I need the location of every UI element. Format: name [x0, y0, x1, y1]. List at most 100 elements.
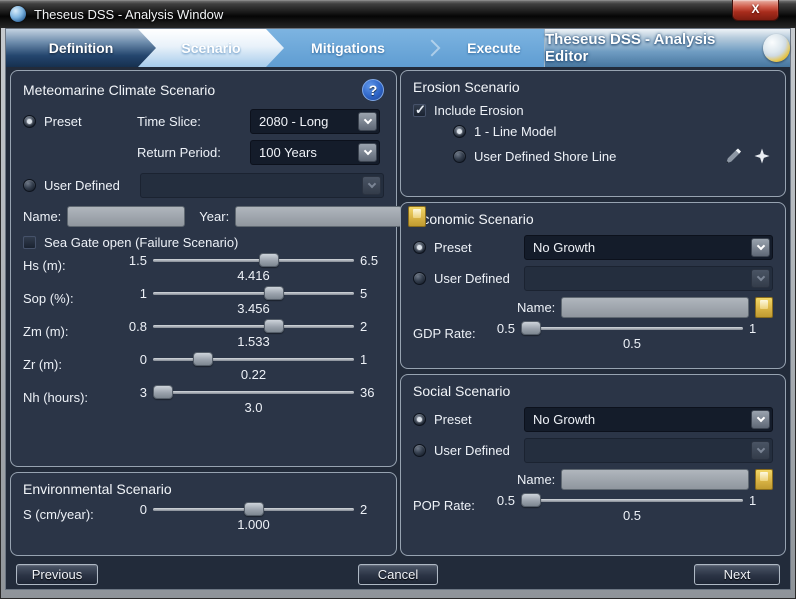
app-window: Theseus DSS - Analysis Window X Definiti… — [0, 0, 796, 599]
chevron-down-icon — [751, 238, 770, 257]
chevron-down-icon — [751, 269, 770, 288]
nh-value: 3.0 — [123, 400, 384, 415]
pop-slider-thumb[interactable] — [521, 493, 541, 507]
return-period-dropdown[interactable]: 100 Years — [250, 140, 380, 165]
user-defined-radio[interactable] — [23, 179, 36, 192]
include-erosion-checkbox[interactable] — [413, 104, 426, 117]
pop-slider[interactable] — [521, 492, 743, 508]
erosion-title: Erosion Scenario — [413, 79, 520, 95]
title-bar: Theseus DSS - Analysis Window — [0, 0, 796, 28]
econ-user-defined-dropdown[interactable] — [524, 266, 773, 291]
tab-mitigations[interactable]: Mitigations — [284, 29, 412, 67]
hs-slider-thumb[interactable] — [259, 253, 279, 267]
save-icon[interactable] — [755, 469, 773, 490]
social-panel: Social Scenario Preset No Growth User De… — [400, 374, 786, 556]
sop-slider[interactable] — [153, 285, 354, 301]
meteomarine-title: Meteomarine Climate Scenario — [23, 82, 215, 98]
environmental-title: Environmental Scenario — [23, 481, 172, 497]
econ-user-defined-label: User Defined — [434, 271, 516, 286]
sop-max: 5 — [360, 286, 384, 301]
zm-min: 0.8 — [123, 319, 147, 334]
gdp-slider-thumb[interactable] — [521, 321, 541, 335]
wizard-strip: Definition Scenario Mitigations Execute … — [6, 29, 790, 67]
sea-gate-label: Sea Gate open (Failure Scenario) — [44, 235, 238, 250]
chevron-separator-icon — [424, 40, 441, 57]
zm-slider[interactable] — [153, 318, 354, 334]
hs-label: Hs (m): — [23, 252, 123, 283]
social-name-input[interactable] — [561, 469, 749, 490]
pencil-icon — [723, 147, 741, 165]
gdp-slider-row: GDP Rate: 0.5 1 0.5 — [413, 320, 773, 351]
user-defined-label: User Defined — [44, 178, 132, 193]
nh-slider[interactable] — [153, 384, 354, 400]
social-user-defined-radio[interactable] — [413, 444, 426, 457]
zm-label: Zm (m): — [23, 318, 123, 349]
nh-label: Nh (hours): — [23, 384, 123, 415]
social-user-defined-label: User Defined — [434, 443, 516, 458]
nh-slider-thumb[interactable] — [153, 385, 173, 399]
preset-radio[interactable] — [23, 115, 36, 128]
left-column: Meteomarine Climate Scenario ? Preset Ti… — [10, 70, 397, 556]
save-icon[interactable] — [755, 297, 773, 318]
previous-button[interactable]: Previous — [16, 564, 98, 585]
editor-header: Theseus DSS - Analysis Editor — [544, 29, 790, 67]
user-shore-radio[interactable] — [453, 150, 466, 163]
previous-label: Previous — [32, 567, 83, 582]
clear-shoreline-button[interactable] — [751, 145, 773, 167]
econ-preset-label: Preset — [434, 240, 516, 255]
chevron-down-icon — [751, 441, 770, 460]
zr-slider-row: Zr (m): 0 1 0.22 — [23, 351, 384, 382]
sop-value: 3.456 — [123, 301, 384, 316]
next-button[interactable]: Next — [694, 564, 780, 585]
close-button[interactable]: X — [732, 0, 779, 21]
editor-title: Theseus DSS - Analysis Editor — [545, 31, 753, 65]
zr-slider[interactable] — [153, 351, 354, 367]
pop-max: 1 — [749, 493, 773, 508]
meteomarine-panel: Meteomarine Climate Scenario ? Preset Ti… — [10, 70, 397, 467]
cancel-button[interactable]: Cancel — [358, 564, 438, 585]
sop-label: Sop (%): — [23, 285, 123, 316]
econ-name-input[interactable] — [561, 297, 749, 318]
social-preset-dropdown[interactable]: No Growth — [524, 407, 773, 432]
include-erosion-label: Include Erosion — [434, 103, 524, 118]
sop-slider-thumb[interactable] — [264, 286, 284, 300]
footer-bar: Previous Cancel Next — [6, 559, 790, 589]
line-model-radio[interactable] — [453, 125, 466, 138]
econ-preset-dropdown[interactable]: No Growth — [524, 235, 773, 260]
econ-preset-radio[interactable] — [413, 241, 426, 254]
edit-shoreline-button[interactable] — [721, 145, 743, 167]
tab-definition-label: Definition — [49, 40, 114, 56]
name-input[interactable] — [67, 206, 185, 227]
sea-gate-checkbox[interactable] — [23, 236, 36, 249]
s-min: 0 — [123, 502, 147, 517]
social-name-label: Name: — [517, 472, 555, 487]
help-button[interactable]: ? — [362, 79, 384, 101]
econ-user-defined-radio[interactable] — [413, 272, 426, 285]
return-period-label: Return Period: — [137, 145, 242, 160]
social-preset-radio[interactable] — [413, 413, 426, 426]
gdp-slider[interactable] — [521, 320, 743, 336]
return-period-value: 100 Years — [259, 145, 358, 160]
tab-definition[interactable]: Definition — [6, 29, 156, 67]
zm-max: 2 — [360, 319, 384, 334]
economic-panel: Economic Scenario Preset No Growth User … — [400, 202, 786, 369]
save-icon[interactable] — [408, 206, 426, 227]
nh-min: 3 — [123, 385, 147, 400]
social-user-defined-dropdown[interactable] — [524, 438, 773, 463]
social-title: Social Scenario — [413, 383, 510, 399]
zm-slider-thumb[interactable] — [264, 319, 284, 333]
tab-scenario[interactable]: Scenario — [138, 29, 284, 67]
s-slider[interactable] — [153, 501, 354, 517]
hs-slider[interactable] — [153, 252, 354, 268]
s-slider-thumb[interactable] — [244, 502, 264, 516]
close-icon: X — [751, 2, 759, 16]
time-slice-value: 2080 - Long — [259, 114, 358, 129]
year-input[interactable] — [235, 206, 402, 227]
user-defined-dropdown[interactable] — [140, 173, 384, 198]
econ-name-label: Name: — [517, 300, 555, 315]
tab-execute[interactable]: Execute — [444, 29, 544, 67]
zr-slider-thumb[interactable] — [193, 352, 213, 366]
tab-scenario-label: Scenario — [181, 40, 240, 56]
time-slice-dropdown[interactable]: 2080 - Long — [250, 109, 380, 134]
pop-slider-row: POP Rate: 0.5 1 0.5 — [413, 492, 773, 523]
